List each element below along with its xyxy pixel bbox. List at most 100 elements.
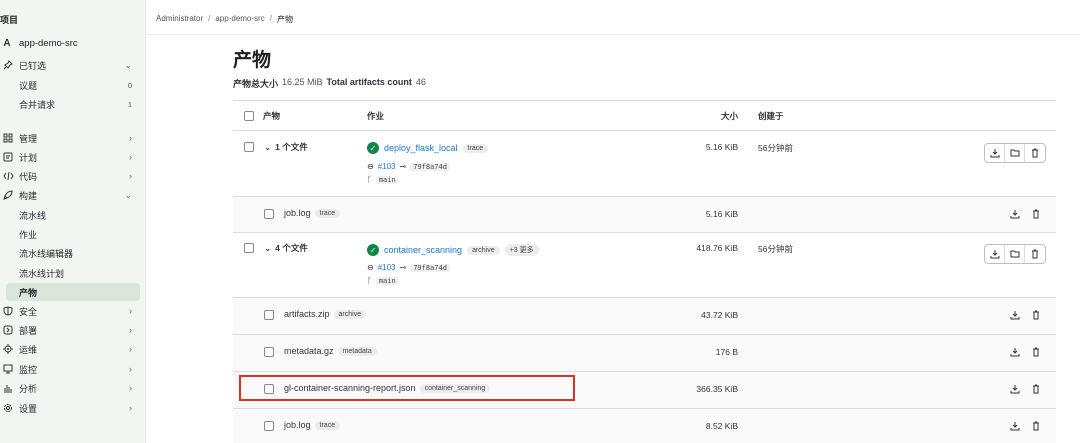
row-checkbox[interactable] [244,142,254,152]
list-item: job.log trace 5.16 KiB [233,197,1056,232]
sidebar-item-operate[interactable]: 运维 › [0,340,140,358]
chevron-down-icon: ⌄ [264,141,272,152]
chevron-right-icon: › [129,171,132,181]
delete-button[interactable] [1030,383,1042,395]
row-checkbox[interactable] [264,347,274,357]
group-toggle[interactable]: ⌄ 4 个文件 [264,242,308,254]
chevron-right-icon: › [129,306,132,316]
sidebar-item-label: 流水线 [19,210,47,221]
breadcrumb-item[interactable]: app-demo-src [215,14,264,25]
sidebar-item-jobs[interactable]: 作业 [19,225,140,243]
file-name: job.log [284,208,311,218]
chart-icon [0,383,16,393]
commit-sha[interactable]: 79f8a74d [410,162,450,171]
file-name: metadata.gz [284,346,334,356]
header-job: 作业 [367,111,385,121]
size-value: 176 B [715,347,738,357]
folder-icon [1010,250,1019,258]
browse-button[interactable] [1005,144,1025,162]
delete-button[interactable] [1025,245,1045,263]
plan-icon [0,152,16,162]
size-label: 产物总大小 [233,79,279,89]
row-checkbox[interactable] [264,421,274,431]
file-actions [1009,309,1042,321]
download-icon [1010,348,1020,357]
branch-name[interactable]: main [375,276,399,285]
download-button[interactable] [985,245,1005,263]
branch-name[interactable]: main [375,175,399,184]
download-button[interactable] [1009,383,1021,395]
divider [233,100,1056,101]
download-button[interactable] [1009,420,1021,432]
sidebar-item-label: 运维 [19,344,38,355]
commit-sha[interactable]: 79f8a74d [410,263,450,272]
created-time: 56分钟前 [758,244,793,254]
sidebar-item-pipelines[interactable]: 流水线 [19,206,140,224]
job-link[interactable]: deploy_flask_local [384,143,458,153]
sidebar-item-deploy[interactable]: 部署 › [0,321,140,339]
sidebar-item-pipeline-schedules[interactable]: 流水线计划 [19,264,140,282]
deploy-icon [0,325,16,335]
sidebar-item-pipeline-editor[interactable]: 流水线编辑器 [19,244,140,262]
breadcrumb-item[interactable]: Administrator [156,14,203,25]
breadcrumb-separator: / [269,14,272,23]
sidebar-item-label: 作业 [19,229,38,240]
row-actions [984,143,1046,163]
sidebar-item-plan[interactable]: 计划 › [0,148,140,166]
sidebar-item-issues[interactable]: 议题 0 [19,76,140,94]
sidebar-item-artifacts[interactable]: 产物 [6,283,140,301]
branch-icon: ᚴ [367,175,372,184]
file-type-badge: archive [467,245,500,255]
delete-button[interactable] [1030,346,1042,358]
list-item: metadata.gz metadata 176 B [233,335,1056,371]
sidebar-item-secure[interactable]: 安全 › [0,302,140,320]
delete-button[interactable] [1030,420,1042,432]
delete-button[interactable] [1030,208,1042,220]
sidebar-item-merge-requests[interactable]: 合并请求 1 [19,95,140,113]
sidebar-item-monitor[interactable]: 监控 › [0,360,140,378]
download-button[interactable] [1009,346,1021,358]
pipeline-link[interactable]: #103 [378,162,396,171]
group-toggle[interactable]: ⌄ 1 个文件 [264,141,308,153]
sidebar-item-pinned[interactable]: 已钉选 ⌄ [0,56,140,74]
sidebar-item-label: 流水线编辑器 [19,248,74,259]
browse-button[interactable] [1005,245,1025,263]
commit-icon: ⊸ [399,263,407,272]
sidebar-project[interactable]: A app-demo-src [0,35,146,51]
sidebar-item-manage[interactable]: 管理 › [0,129,140,147]
select-all-checkbox[interactable] [244,111,254,121]
chevron-right-icon: › [129,133,132,143]
size-value: 418.76 KiB [696,243,738,253]
trash-icon [1033,421,1039,431]
row-checkbox[interactable] [244,243,254,253]
sidebar-item-label: 设置 [19,403,38,414]
project-avatar: A [3,37,11,49]
app-window: 项目 A app-demo-src 已钉选 ⌄ 议题 0 合并请求 1 管理 › [0,0,1080,443]
download-button[interactable] [1009,208,1021,220]
delete-button[interactable] [1030,309,1042,321]
manage-icon [0,133,16,143]
row-checkbox[interactable] [264,310,274,320]
count-label: Total artifacts count [326,77,412,87]
delete-button[interactable] [1025,144,1045,162]
pipeline-meta: ⊖ #103 ⊸ 79f8a74d [367,263,450,272]
pipeline-link[interactable]: #103 [378,263,396,272]
download-icon [990,149,999,158]
sidebar-item-analyze[interactable]: 分析 › [0,379,140,397]
settings-icon [0,403,16,413]
sidebar-item-code[interactable]: 代码 › [0,167,140,185]
branch-meta: ᚴ main [367,175,399,184]
more-badge[interactable]: +3 更多 [504,244,539,256]
download-button[interactable] [1009,309,1021,321]
pipeline-icon: ⊖ [367,263,374,272]
file-name: job.log [284,420,311,430]
file-cell: job.log trace [284,420,341,430]
download-icon [1010,210,1020,219]
sidebar-item-settings[interactable]: 设置 › [0,399,140,417]
sidebar-item-label: 代码 [19,171,38,182]
divider [146,34,1080,35]
row-checkbox[interactable] [264,209,274,219]
download-button[interactable] [985,144,1005,162]
sidebar-item-build[interactable]: 构建 ⌄ [0,186,140,204]
job-link[interactable]: container_scanning [384,245,462,255]
